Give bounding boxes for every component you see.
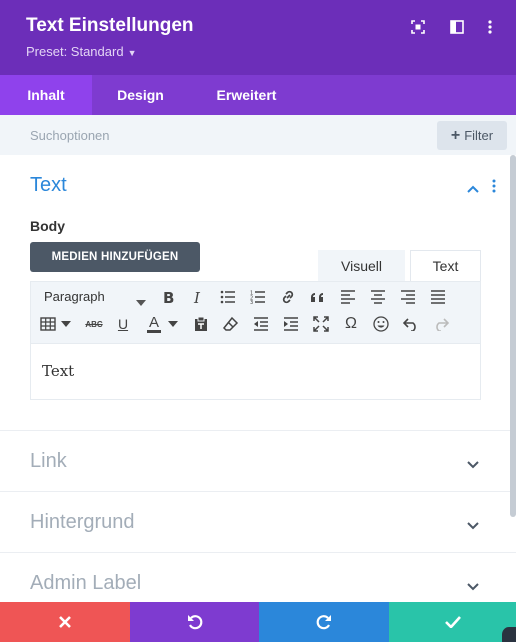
tab-erweitert[interactable]: Erweitert (189, 75, 304, 115)
bold-icon[interactable]: B (157, 286, 179, 308)
emoji-icon[interactable] (370, 313, 392, 335)
special-character-icon[interactable]: Ω (340, 313, 362, 335)
editor-text[interactable]: Text (42, 362, 74, 380)
cancel-button[interactable] (0, 602, 130, 642)
section-more-icon[interactable] (490, 179, 498, 193)
numbered-list-icon[interactable]: 123 (247, 286, 269, 308)
align-left-icon[interactable] (337, 286, 359, 308)
editor-content-area[interactable]: Text (30, 343, 481, 400)
resize-handle[interactable] (502, 627, 516, 642)
svg-text:B: B (163, 289, 174, 305)
modal-title: Text Einstellungen (26, 15, 194, 36)
scrollbar[interactable] (510, 155, 516, 517)
clear-formatting-icon[interactable] (220, 313, 242, 335)
modal-footer (0, 602, 516, 642)
section-title-link[interactable]: Link (30, 450, 67, 473)
section-divider (0, 552, 516, 553)
chevron-down-icon[interactable] (466, 517, 480, 530)
undo-icon (187, 615, 202, 630)
redo-icon (316, 615, 331, 630)
text-color-icon[interactable]: A (143, 313, 165, 335)
body-label: Body (30, 218, 65, 234)
preset-selector[interactable]: Preset: Standard ▼ (26, 44, 136, 59)
caret-down-icon[interactable] (59, 316, 73, 332)
paste-as-text-icon[interactable] (190, 313, 212, 335)
more-vertical-icon[interactable] (482, 19, 498, 35)
section-title-admin-label[interactable]: Admin Label (30, 572, 141, 595)
strikethrough-icon[interactable]: ABC (83, 313, 105, 335)
undo-button[interactable] (130, 602, 259, 642)
tab-design[interactable]: Design (92, 75, 189, 115)
target-icon[interactable] (410, 19, 426, 35)
italic-icon[interactable]: I (187, 286, 209, 308)
modal-header: Text Einstellungen Preset: Standard ▼ (0, 0, 516, 75)
tab-text[interactable]: Text (410, 250, 481, 281)
blockquote-icon[interactable] (307, 286, 329, 308)
align-justify-icon[interactable] (427, 286, 449, 308)
filter-button[interactable]: + Filter (437, 121, 507, 150)
undo-icon[interactable] (400, 313, 422, 335)
link-icon[interactable] (277, 286, 299, 308)
redo-button[interactable] (259, 602, 389, 642)
save-button[interactable] (389, 602, 516, 642)
search-input[interactable]: Suchoptionen (30, 128, 110, 143)
add-media-button[interactable]: MEDIEN HINZUFÜGEN (30, 242, 200, 272)
caret-down-icon[interactable] (166, 316, 180, 332)
chevron-up-icon[interactable] (466, 181, 480, 193)
align-right-icon[interactable] (397, 286, 419, 308)
table-icon[interactable] (37, 313, 59, 335)
preset-label: Preset: Standard (26, 44, 124, 59)
fullscreen-icon[interactable] (310, 313, 332, 335)
underline-icon[interactable]: U (112, 313, 134, 335)
sidebar-toggle-icon[interactable] (449, 19, 465, 35)
paragraph-select[interactable]: Paragraph (44, 289, 105, 304)
svg-text:I: I (193, 289, 201, 305)
close-icon (59, 616, 71, 628)
indent-icon[interactable] (280, 313, 302, 335)
bullet-list-icon[interactable] (217, 286, 239, 308)
settings-tabs: Inhalt Design Erweitert (0, 75, 516, 115)
chevron-down-icon[interactable] (466, 578, 480, 591)
filter-label: Filter (464, 128, 494, 143)
caret-down-icon[interactable] (136, 293, 146, 311)
tab-inhalt[interactable]: Inhalt (0, 75, 92, 115)
chevron-down-icon[interactable] (466, 456, 480, 469)
outdent-icon[interactable] (250, 313, 272, 335)
align-center-icon[interactable] (367, 286, 389, 308)
redo-icon (430, 313, 452, 335)
tab-visuell[interactable]: Visuell (318, 250, 405, 281)
svg-text:3: 3 (250, 300, 253, 304)
section-divider (0, 491, 516, 492)
plus-icon: + (450, 127, 461, 144)
check-icon (444, 616, 461, 628)
section-title-text[interactable]: Text (30, 174, 67, 197)
section-title-hintergrund[interactable]: Hintergrund (30, 511, 135, 534)
caret-down-icon: ▼ (127, 48, 137, 58)
section-divider (0, 430, 516, 431)
